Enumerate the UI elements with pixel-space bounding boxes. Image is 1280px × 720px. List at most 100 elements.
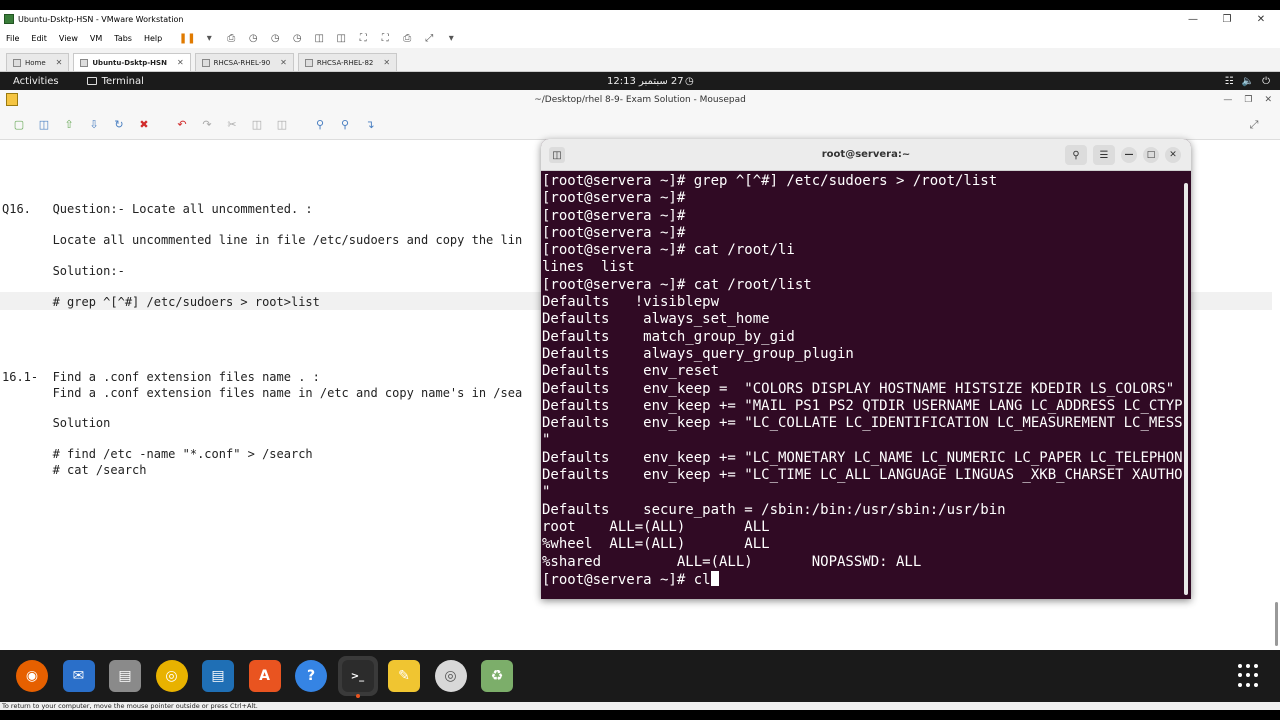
fullscreen-icon[interactable]: ⛶ <box>354 30 372 46</box>
close-tab-icon[interactable]: ✕ <box>280 58 287 67</box>
system-tray[interactable]: ☷ 🔈 ⏻ <box>1225 76 1270 87</box>
dock-item[interactable]: ✎ <box>384 656 424 696</box>
close-tab-icon[interactable]: ✕ <box>56 58 63 67</box>
reload-icon[interactable]: ↻ <box>108 115 130 135</box>
dock-item[interactable]: ◎ <box>152 656 192 696</box>
terminal-line: [root@servera ~]# grep ^[^#] /etc/sudoer… <box>542 173 998 189</box>
clock[interactable]: 12:13 ‏27 سبتمبر <box>607 76 684 87</box>
terminal-line: Defaults always_set_home <box>542 311 770 328</box>
search-icon[interactable]: ⚲ <box>1065 145 1087 165</box>
tab-label: Home <box>25 58 46 67</box>
terminal-title: root@servera:~ <box>821 149 911 160</box>
dropdown-icon[interactable]: ▾ <box>442 30 460 46</box>
tab-ubuntu-dsktp-hsn[interactable]: Ubuntu-Dsktp-HSN ✕ <box>73 53 191 71</box>
letterbox <box>0 710 1280 720</box>
new-window-icon[interactable]: ◫ <box>33 115 55 135</box>
send-ctrl-alt-del-icon[interactable]: ⎙ <box>222 30 240 46</box>
close-icon[interactable]: ✕ <box>1244 10 1278 28</box>
dock-item[interactable]: >_ <box>337 656 378 698</box>
maximize-icon[interactable]: ❐ <box>1244 95 1252 105</box>
pause-icon[interactable]: ❚❚ <box>178 30 196 46</box>
dock-item[interactable]: ▤ <box>198 656 238 696</box>
copy-icon[interactable]: ◫ <box>246 115 268 135</box>
terminal-output[interactable]: [root@servera ~]# grep ^[^#] /etc/sudoer… <box>542 171 1182 599</box>
menu-view[interactable]: View <box>53 34 84 43</box>
mousepad-icon <box>6 93 18 106</box>
close-icon[interactable]: ✕ <box>1165 147 1181 163</box>
tab-rhcsa-rhel-90[interactable]: RHCSA-RHEL-90 ✕ <box>194 53 294 71</box>
terminal-icon <box>86 77 97 85</box>
terminal-line: Defaults env_keep += "MAIL PS1 PS2 QTDIR… <box>542 397 1182 414</box>
editor-line: # cat /search <box>2 463 147 477</box>
dock-item[interactable]: ◎ <box>431 656 471 696</box>
app-menu[interactable]: Terminal <box>86 75 144 87</box>
dock-item[interactable]: ✉ <box>59 656 99 696</box>
snapshot-manager-icon[interactable]: ◷ <box>288 30 306 46</box>
vm-icon <box>201 58 210 67</box>
activities-button[interactable]: Activities <box>13 76 59 87</box>
menu-vm[interactable]: VM <box>84 34 108 43</box>
close-document-icon[interactable]: ✖ <box>133 115 155 135</box>
terminal-line: Defaults env_keep += "LC_COLLATE LC_IDEN… <box>542 415 1182 432</box>
open-icon[interactable]: ⇧ <box>58 115 80 135</box>
minimize-icon[interactable]: — <box>1121 147 1137 163</box>
console-view-icon[interactable]: ⎙ <box>398 30 416 46</box>
dock-item[interactable]: ▤ <box>105 656 145 696</box>
app-menu-label: Terminal <box>101 75 144 87</box>
editor-scrollbar[interactable] <box>1275 602 1278 646</box>
terminal-prompt: [root@servera ~]# cl <box>542 571 711 588</box>
thumbnail-icon[interactable]: ◫ <box>332 30 350 46</box>
minimize-icon[interactable]: — <box>1176 10 1210 28</box>
search-replace-icon[interactable]: ⚲ <box>334 115 356 135</box>
redo-icon[interactable]: ↷ <box>196 115 218 135</box>
new-tab-icon[interactable]: ◫ <box>549 147 565 163</box>
vmware-title-bar: Ubuntu-Dsktp-HSN - VMware Workstation — … <box>0 10 1280 28</box>
show-apps-icon[interactable] <box>1238 664 1262 688</box>
terminal-window: ◫ root@servera:~ ⚲ ☰ — □ ✕ [root@servera… <box>541 139 1191 599</box>
dock-item[interactable]: ♻ <box>477 656 517 696</box>
mousepad-title-bar: ~/Desktop/rhel 8-9- Exam Solution - Mous… <box>0 90 1280 110</box>
snapshot-icon[interactable]: ◷ <box>244 30 262 46</box>
fullscreen-icon[interactable]: ⤢ <box>1243 115 1265 135</box>
new-document-icon[interactable]: ▢ <box>8 115 30 135</box>
editor-line: # find /etc -name "*.conf" > /search <box>2 447 313 461</box>
search-icon[interactable]: ⚲ <box>309 115 331 135</box>
minimize-icon[interactable]: — <box>1223 95 1232 105</box>
library-icon[interactable]: ◫ <box>310 30 328 46</box>
terminal-line: [root@servera ~]# cat /root/list <box>542 276 812 293</box>
cut-icon[interactable]: ✂ <box>221 115 243 135</box>
dock-item[interactable]: ? <box>291 656 331 696</box>
terminal-line: " <box>542 484 551 501</box>
tab-label: RHCSA-RHEL-82 <box>316 58 374 67</box>
revert-snapshot-icon[interactable]: ◷ <box>266 30 284 46</box>
menu-edit[interactable]: Edit <box>25 34 53 43</box>
text-editor-icon: ✎ <box>388 660 420 692</box>
go-to-line-icon[interactable]: ↴ <box>359 115 381 135</box>
terminal-line: Defaults secure_path = /sbin:/bin:/usr/s… <box>542 501 1006 518</box>
unity-icon[interactable]: ⛶ <box>376 30 394 46</box>
close-tab-icon[interactable]: ✕ <box>383 58 390 67</box>
menu-tabs[interactable]: Tabs <box>108 34 138 43</box>
dropdown-icon[interactable]: ▾ <box>200 30 218 46</box>
close-tab-icon[interactable]: ✕ <box>177 58 184 67</box>
vmware-window: Ubuntu-Dsktp-HSN - VMware Workstation — … <box>0 10 1280 710</box>
maximize-icon[interactable]: ❐ <box>1210 10 1244 28</box>
tab-rhcsa-rhel-82[interactable]: RHCSA-RHEL-82 ✕ <box>297 53 398 71</box>
menu-help[interactable]: Help <box>138 34 168 43</box>
trash-icon: ♻ <box>481 660 513 692</box>
hamburger-menu-icon[interactable]: ☰ <box>1093 145 1115 165</box>
close-icon[interactable]: ✕ <box>1264 95 1272 105</box>
undo-icon[interactable]: ↶ <box>171 115 193 135</box>
terminal-scrollbar[interactable] <box>1184 183 1188 595</box>
paste-icon[interactable]: ◫ <box>271 115 293 135</box>
menu-file[interactable]: File <box>0 34 25 43</box>
tab-label: RHCSA-RHEL-90 <box>213 58 271 67</box>
terminal-line: Defaults always_query_group_plugin <box>542 345 854 362</box>
maximize-icon[interactable]: □ <box>1143 147 1159 163</box>
dock-item[interactable]: ◉ <box>12 656 52 696</box>
tab-home[interactable]: Home ✕ <box>6 53 70 71</box>
save-icon[interactable]: ⇩ <box>83 115 105 135</box>
terminal-line: [root@servera ~]# cat /root/li <box>542 242 795 259</box>
stretch-icon[interactable]: ⤢ <box>420 30 438 46</box>
dock-item[interactable]: A <box>245 656 285 696</box>
